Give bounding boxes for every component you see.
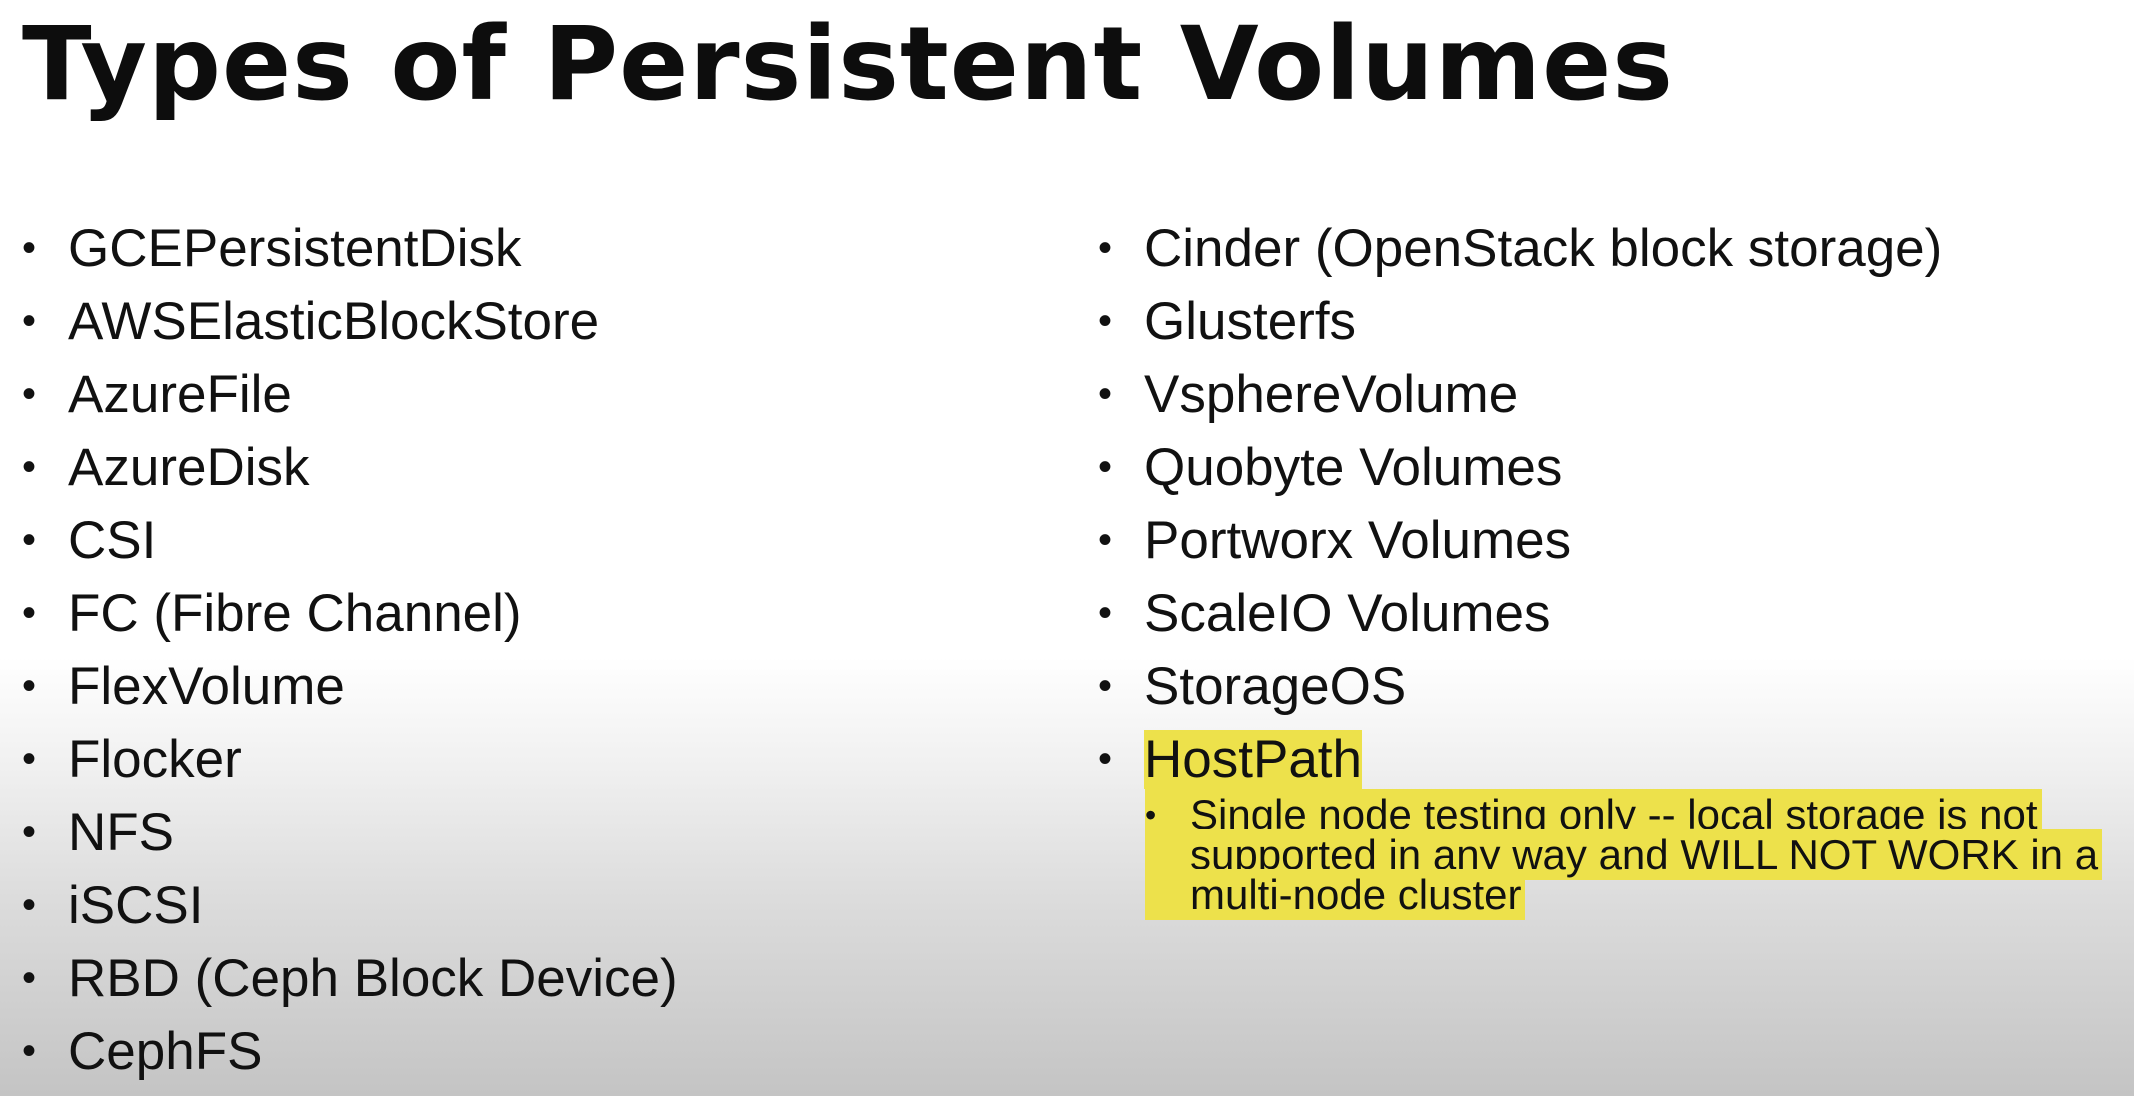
bullet-icon: • [1098,737,1113,781]
bullet-icon: • [1098,226,1113,270]
list-item: • Portworx Volumes [1098,504,1942,577]
list-item: • RBD (Ceph Block Device) [22,942,678,1015]
bullet-icon: • [22,226,37,270]
list-item: • iSCSI [22,869,678,942]
volume-type-label: Flocker [68,730,242,789]
list-item: • AWSElasticBlockStore [22,285,678,358]
volume-type-label: StorageOS [1144,657,1407,716]
left-volume-list: • GCEPersistentDisk • AWSElasticBlockStore… [22,212,678,1088]
volume-type-label: Cinder (OpenStack block storage) [1144,219,1943,278]
hostpath-note-text: Single node testing only -- local storag… [1145,789,2103,920]
volume-type-label: ScaleIO Volumes [1144,584,1551,643]
volume-type-label: GCEPersistentDisk [68,219,522,278]
hostpath-note: • Single node testing only -- local stor… [1145,789,2120,920]
list-item: • Cinder (OpenStack block storage) [1098,212,1942,285]
bullet-icon: • [1098,591,1113,635]
list-item: • Quobyte Volumes [1098,431,1942,504]
list-item: • Flocker [22,723,678,796]
sub-bullet-icon: • [1145,797,1157,833]
list-item: • VsphereVolume [1098,358,1942,431]
volume-type-label: RBD (Ceph Block Device) [68,949,678,1008]
volume-type-label: Portworx Volumes [1144,511,1572,570]
bullet-icon: • [22,883,37,927]
volume-type-label: AzureDisk [68,438,310,497]
volume-type-label: AWSElasticBlockStore [68,292,600,351]
list-item: • StorageOS [1098,650,1942,723]
list-item: • CSI [22,504,678,577]
bullet-icon: • [1098,664,1113,708]
list-item: • ScaleIO Volumes [1098,577,1942,650]
bullet-icon: • [22,737,37,781]
list-item: • AzureFile [22,358,678,431]
bullet-icon: • [22,445,37,489]
bullet-icon: • [22,372,37,416]
volume-type-label: Glusterfs [1144,292,1357,351]
list-item: • AzureDisk [22,431,678,504]
slide-title: Types of Persistent Volumes [22,5,1674,124]
highlighted-volume-type-label: HostPath [1144,730,1363,789]
volume-type-label: CSI [68,511,157,570]
volume-type-label: FC (Fibre Channel) [68,584,522,643]
bullet-icon: • [1098,445,1113,489]
bullet-icon: • [1098,372,1113,416]
bullet-icon: • [22,518,37,562]
list-item: • CephFS [22,1015,678,1088]
volume-type-label: VsphereVolume [1144,365,1519,424]
bullet-icon: • [1098,518,1113,562]
volume-type-label: AzureFile [68,365,292,424]
bullet-icon: • [1098,299,1113,343]
bullet-icon: • [22,956,37,1000]
volume-type-label: NFS [68,803,174,862]
list-item: • FlexVolume [22,650,678,723]
list-item: • NFS [22,796,678,869]
bullet-icon: • [22,810,37,854]
list-item: • Glusterfs [1098,285,1942,358]
bullet-icon: • [22,299,37,343]
volume-type-label: Quobyte Volumes [1144,438,1563,497]
list-item: • GCEPersistentDisk [22,212,678,285]
right-volume-list: • Cinder (OpenStack block storage) • Glust… [1098,212,1942,796]
volume-type-label: CephFS [68,1022,263,1081]
bullet-icon: • [22,591,37,635]
volume-type-label: iSCSI [68,876,204,935]
volume-type-label: FlexVolume [68,657,345,716]
list-item: • FC (Fibre Channel) [22,577,678,650]
list-item-hostpath: • HostPath [1098,723,1942,796]
bullet-icon: • [22,664,37,708]
bullet-icon: • [22,1029,37,1073]
